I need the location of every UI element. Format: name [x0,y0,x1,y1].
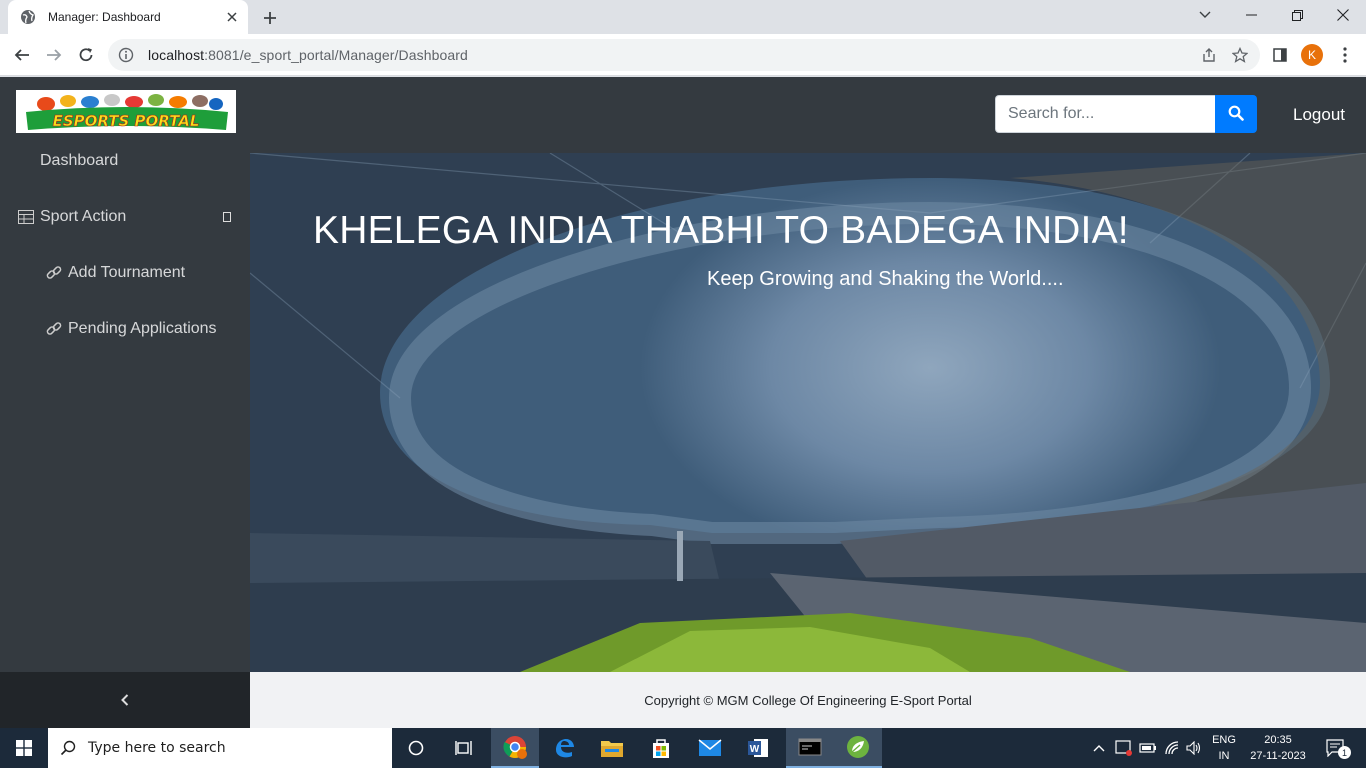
footer: Copyright © MGM College Of Engineering E… [250,672,1366,728]
terminal-icon [798,738,822,756]
hero-banner: KHELEGA INDIA THABHI TO BADEGA INDIA! Ke… [250,153,1366,672]
browser-tab[interactable]: Manager: Dashboard [8,0,248,34]
copyright-text: Copyright © MGM College Of Engineering E… [644,692,972,708]
sidebar-item-label: Pending Applications [68,320,217,337]
search-icon [1228,105,1244,124]
minimize-button[interactable] [1228,0,1274,30]
tab-search-chevron-icon[interactable] [1182,0,1228,30]
close-tab-icon[interactable] [222,7,242,27]
url-text: localhost:8081/e_sport_portal/Manager/Da… [148,47,468,63]
edge-icon [553,737,575,759]
restore-button[interactable] [1274,0,1320,30]
language-code: ENG [1212,734,1236,746]
spring-leaf-icon [846,735,870,759]
language-indicator[interactable]: ENG IN [1208,728,1240,768]
svg-text:W: W [750,744,760,755]
cortana-button[interactable] [392,728,440,768]
share-icon[interactable] [1194,39,1224,71]
page: ESPORTS PORTAL Logout Dashboard Sport Ac… [0,77,1366,728]
sidebar-collapse-button[interactable] [0,672,250,728]
side-panel-icon[interactable] [1266,41,1294,69]
wifi-icon[interactable] [1161,728,1183,768]
taskbar-microsoft-store[interactable] [637,728,685,768]
tab-title: Manager: Dashboard [48,10,161,24]
forward-arrow-icon[interactable] [40,41,68,69]
task-view-icon [455,740,473,756]
sidebar-item-label: Dashboard [40,152,119,169]
taskbar-word[interactable]: W [734,728,782,768]
word-icon: W [747,737,769,759]
address-bar[interactable]: localhost:8081/e_sport_portal/Manager/Da… [108,39,1260,71]
hero-title: KHELEGA INDIA THABHI TO BADEGA INDIA! [313,209,1129,252]
close-window-button[interactable] [1320,0,1366,30]
notification-count-badge: 1 [1338,746,1351,759]
sidebar: Dashboard Sport Action Add Tournament Pe… [0,152,250,728]
link-icon [46,265,62,281]
back-arrow-icon[interactable] [8,41,36,69]
clock-time: 20:35 [1264,734,1292,746]
taskbar-chrome[interactable] [491,728,539,768]
profile-avatar[interactable]: K [1298,41,1326,69]
profile-initial: K [1301,44,1323,66]
browser-toolbar: localhost:8081/e_sport_portal/Manager/Da… [0,34,1366,76]
bookmark-star-icon[interactable] [1225,39,1255,71]
taskbar-search-placeholder: Type here to search [88,740,226,756]
taskbar-mail[interactable] [686,728,734,768]
taskbar-search-box[interactable]: Type here to search [48,728,392,768]
clock-date: 27-11-2023 [1250,750,1306,762]
volume-icon[interactable] [1183,728,1205,768]
collapse-toggle-icon[interactable] [223,212,231,222]
hero-subtitle: Keep Growing and Shaking the World.... [707,268,1064,290]
task-view-button[interactable] [440,728,488,768]
esports-portal-logo[interactable]: ESPORTS PORTAL [16,90,236,133]
notification-center-button[interactable]: 1 [1318,728,1354,768]
new-tab-button[interactable] [258,6,282,30]
taskbar-mysql-console[interactable] [786,728,834,768]
search-icon [60,740,76,756]
cortana-circle-icon [408,740,424,756]
search-form [995,95,1257,133]
chrome-icon [503,735,527,759]
taskbar-edge[interactable] [540,728,588,768]
top-navbar: ESPORTS PORTAL Logout [0,77,1366,153]
folder-icon [600,738,624,758]
search-input[interactable] [995,95,1215,133]
table-icon [18,210,34,224]
logo-text: ESPORTS PORTAL [53,112,200,130]
sidebar-item-pending-applications[interactable]: Pending Applications [46,317,217,341]
tray-app-icon[interactable] [1112,728,1136,768]
mail-envelope-icon [698,739,722,757]
link-icon [46,321,62,337]
taskbar-file-explorer[interactable] [588,728,636,768]
globe-icon [20,9,36,25]
browser-menu-icon[interactable] [1331,41,1359,69]
sidebar-item-label: Add Tournament [68,264,186,281]
windows-logo-icon [16,740,32,756]
chevron-left-icon [121,694,129,706]
taskbar-spring-tool-suite[interactable] [834,728,882,768]
search-button[interactable] [1215,95,1257,133]
browser-tabstrip: Manager: Dashboard [0,0,1366,34]
sidebar-item-label: Sport Action [40,208,127,225]
store-bag-icon [650,737,672,759]
battery-icon[interactable] [1137,728,1159,768]
show-hidden-icons-chevron-icon[interactable] [1088,728,1110,768]
sidebar-item-add-tournament[interactable]: Add Tournament [46,261,185,285]
reload-icon[interactable] [72,41,100,69]
windows-taskbar: Type here to search W ENG IN 20:35 27-11… [0,728,1366,768]
windows-start-button[interactable] [0,728,48,768]
logout-link[interactable]: Logout [1293,105,1345,125]
clock[interactable]: 20:35 27-11-2023 [1242,728,1314,768]
site-info-icon[interactable] [118,47,134,63]
sidebar-item-sport-action[interactable]: Sport Action [18,205,250,229]
notification-icon: 1 [1326,739,1351,759]
language-region: IN [1218,750,1230,762]
sidebar-item-dashboard[interactable]: Dashboard [40,149,118,173]
